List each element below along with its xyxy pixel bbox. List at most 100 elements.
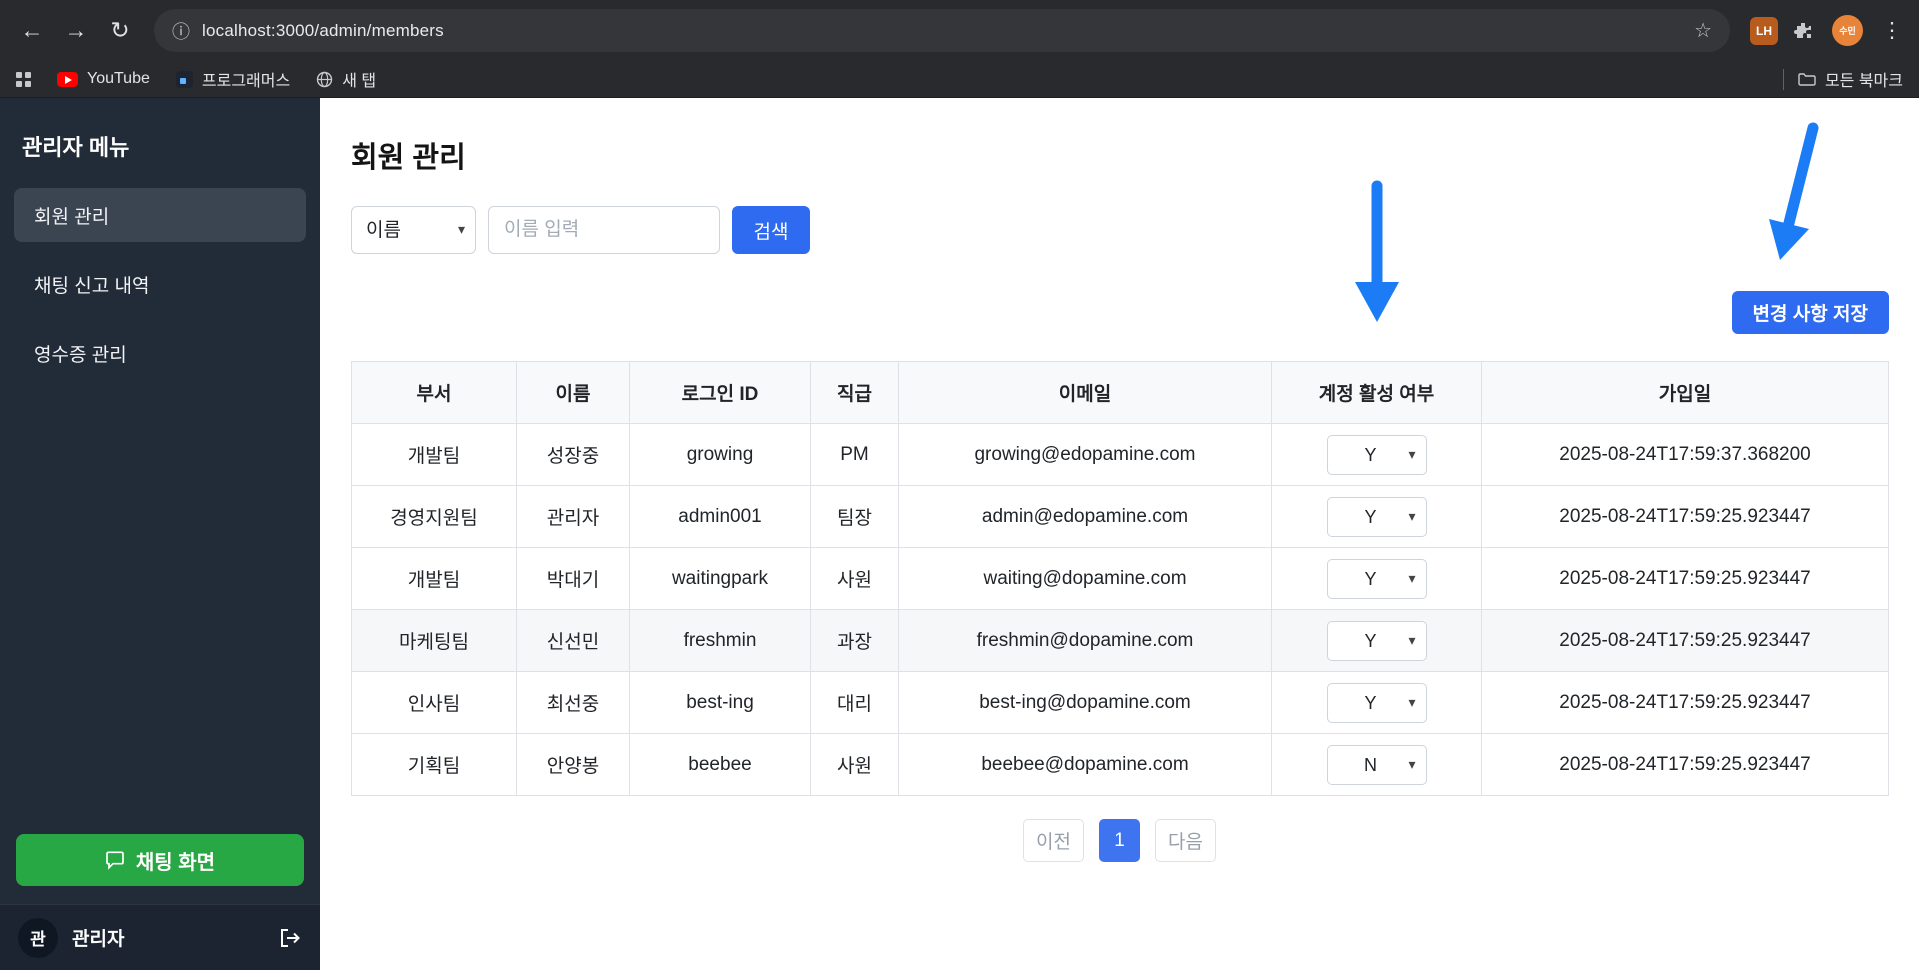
cell-dept: 마케팅팀 — [351, 609, 517, 672]
folder-icon — [1798, 72, 1816, 86]
col-header-active: 계정 활성 여부 — [1271, 361, 1482, 424]
logout-button[interactable] — [278, 927, 302, 949]
pagination: 이전 1 다음 — [351, 819, 1888, 862]
cell-login-id: freshmin — [629, 609, 811, 672]
bookmark-youtube[interactable]: YouTube — [57, 70, 150, 88]
extensions-puzzle-icon[interactable] — [1788, 16, 1818, 46]
programmers-icon — [175, 70, 193, 88]
search-filter-select[interactable]: 이름 — [352, 207, 475, 253]
col-header-dept: 부서 — [351, 361, 517, 424]
cell-name: 최선중 — [516, 671, 630, 734]
cell-rank: 팀장 — [810, 485, 899, 548]
page-title: 회원 관리 — [351, 142, 466, 174]
table-row: 경영지원팀 관리자 admin001 팀장 admin@edopamine.co… — [351, 485, 1889, 548]
cell-name: 관리자 — [516, 485, 630, 548]
divider — [1782, 68, 1784, 90]
cell-login-id: growing — [629, 423, 811, 486]
cell-dept: 경영지원팀 — [351, 485, 517, 548]
cell-login-id: waitingpark — [629, 547, 811, 610]
table-row: 기획팀 안양봉 beebee 사원 beebee@dopamine.com N … — [351, 733, 1889, 796]
cell-name: 박대기 — [516, 547, 630, 610]
cell-login-id: beebee — [629, 733, 811, 796]
cell-dept: 개발팀 — [351, 423, 517, 486]
active-select-wrap: N ▾ — [1326, 744, 1427, 785]
search-controls: 이름 ▾ 검색 — [351, 206, 1889, 254]
forward-icon[interactable]: → — [56, 11, 96, 51]
pagination-page-1-button[interactable]: 1 — [1099, 819, 1140, 862]
active-status-select[interactable]: Y — [1327, 559, 1426, 598]
cell-rank: 대리 — [810, 671, 899, 734]
sidebar-user-bar: 관 관리자 — [0, 904, 320, 970]
user-avatar: 관 — [18, 917, 58, 958]
back-icon[interactable]: ← — [12, 11, 52, 51]
cell-rank: 사원 — [810, 547, 899, 610]
members-table: 부서 이름 로그인 ID 직급 이메일 계정 활성 여부 가입일 개발팀 성장중… — [351, 361, 1889, 796]
cell-name: 성장중 — [516, 423, 630, 486]
cell-email: admin@edopamine.com — [898, 485, 1272, 548]
pagination-prev-button[interactable]: 이전 — [1023, 819, 1084, 862]
search-filter-wrap: 이름 ▾ — [351, 206, 476, 254]
active-select-wrap: Y ▾ — [1326, 496, 1427, 537]
active-status-select[interactable]: Y — [1327, 497, 1426, 536]
table-row: 인사팀 최선중 best-ing 대리 best-ing@dopamine.co… — [351, 671, 1889, 734]
cell-joined: 2025-08-24T17:59:25.923447 — [1481, 733, 1889, 796]
col-header-rank: 직급 — [810, 361, 899, 424]
cell-dept: 기획팀 — [351, 733, 517, 796]
pagination-next-button[interactable]: 다음 — [1155, 819, 1216, 862]
browser-toolbar: ← → ↻ ⓘ localhost:3000/admin/members ☆ L… — [0, 0, 1919, 61]
bookmark-programmers[interactable]: 프로그래머스 — [175, 67, 290, 91]
cell-email: freshmin@dopamine.com — [898, 609, 1272, 672]
search-input[interactable] — [488, 206, 720, 254]
save-changes-button[interactable]: 변경 사항 저장 — [1731, 291, 1889, 334]
sidebar-item-members[interactable]: 회원 관리 — [14, 188, 306, 242]
col-header-joined: 가입일 — [1481, 361, 1889, 424]
active-status-select[interactable]: Y — [1327, 435, 1426, 474]
col-header-login-id: 로그인 ID — [629, 361, 811, 424]
cell-login-id: admin001 — [629, 485, 811, 548]
cell-rank: PM — [810, 423, 899, 486]
cell-login-id: best-ing — [629, 671, 811, 734]
bookmarks-bar: YouTube 프로그래머스 새 탭 모든 북마크 — [0, 61, 1919, 98]
table-row: 마케팅팀 신선민 freshmin 과장 freshmin@dopamine.c… — [351, 609, 1889, 672]
admin-sidebar: 관리자 메뉴 회원 관리 채팅 신고 내역 영수증 관리 채팅 화면 관 관리자 — [0, 98, 320, 970]
active-status-select[interactable]: Y — [1327, 683, 1426, 722]
refresh-icon[interactable]: ↻ — [100, 11, 140, 51]
url-text[interactable]: localhost:3000/admin/members — [202, 21, 444, 41]
globe-icon — [317, 71, 333, 87]
search-button[interactable]: 검색 — [732, 206, 810, 254]
col-header-name: 이름 — [516, 361, 630, 424]
cell-joined: 2025-08-24T17:59:37.368200 — [1481, 423, 1889, 486]
profile-avatar[interactable]: 수민 — [1832, 15, 1863, 46]
address-bar[interactable]: ⓘ localhost:3000/admin/members ☆ — [154, 9, 1730, 52]
table-row: 개발팀 박대기 waitingpark 사원 waiting@dopamine.… — [351, 547, 1889, 610]
apps-grid-icon[interactable] — [16, 71, 31, 87]
table-row: 개발팀 성장중 growing PM growing@edopamine.com… — [351, 423, 1889, 486]
bookmark-star-icon[interactable]: ☆ — [1694, 18, 1712, 43]
cell-name: 안양봉 — [516, 733, 630, 796]
active-select-wrap: Y ▾ — [1326, 620, 1427, 661]
bookmark-new-tab[interactable]: 새 탭 — [316, 67, 376, 91]
cell-name: 신선민 — [516, 609, 630, 672]
active-select-wrap: Y ▾ — [1326, 434, 1427, 475]
active-select-wrap: Y ▾ — [1326, 682, 1427, 723]
cell-rank: 과장 — [810, 609, 899, 672]
browser-menu-icon[interactable]: ⋮ — [1877, 18, 1907, 43]
table-header-row: 부서 이름 로그인 ID 직급 이메일 계정 활성 여부 가입일 — [351, 361, 1889, 424]
active-select-wrap: Y ▾ — [1326, 558, 1427, 599]
extension-badge[interactable]: LH — [1750, 16, 1778, 45]
active-status-select[interactable]: Y — [1327, 621, 1426, 660]
sidebar-item-receipts[interactable]: 영수증 관리 — [14, 326, 306, 380]
col-header-email: 이메일 — [898, 361, 1272, 424]
cell-email: waiting@dopamine.com — [898, 547, 1272, 610]
all-bookmarks[interactable]: 모든 북마크 — [1798, 67, 1903, 91]
chat-screen-button[interactable]: 채팅 화면 — [16, 834, 304, 886]
active-status-select[interactable]: N — [1327, 745, 1426, 784]
user-name: 관리자 — [72, 929, 125, 950]
cell-joined: 2025-08-24T17:59:25.923447 — [1481, 547, 1889, 610]
site-info-icon[interactable]: ⓘ — [172, 18, 190, 44]
cell-dept: 인사팀 — [351, 671, 517, 734]
cell-rank: 사원 — [810, 733, 899, 796]
cell-email: beebee@dopamine.com — [898, 733, 1272, 796]
cell-joined: 2025-08-24T17:59:25.923447 — [1481, 609, 1889, 672]
sidebar-item-chat-reports[interactable]: 채팅 신고 내역 — [14, 257, 306, 311]
